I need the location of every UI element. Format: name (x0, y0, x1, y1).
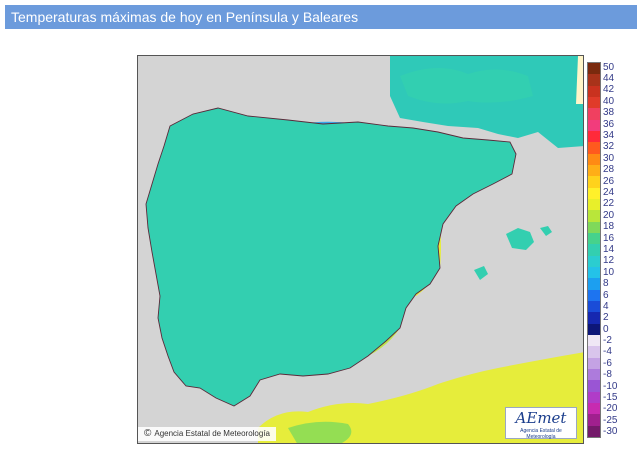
scale-swatch (588, 300, 600, 313)
scale-swatch (588, 85, 600, 97)
scale-label: -6 (603, 357, 612, 369)
aemet-logo: AEmet Agencia Estatal de Meteorología (505, 407, 577, 440)
scale-swatch (588, 74, 600, 86)
scale-label: 36 (603, 118, 615, 130)
scale-label: -20 (603, 403, 618, 415)
scale-label: -4 (603, 346, 612, 358)
scale-swatch (588, 266, 600, 279)
scale-label: 14 (603, 243, 615, 255)
scale-swatch (588, 198, 600, 211)
scale-swatch (588, 63, 600, 75)
scale-label: 6 (603, 289, 609, 301)
scale-swatch (588, 255, 600, 267)
scale-swatch (588, 142, 600, 154)
scale-label: 10 (603, 266, 615, 278)
scale-swatch (588, 210, 600, 222)
scale-swatch (588, 368, 600, 381)
scale-label: -2 (603, 335, 612, 347)
scale-label: -8 (603, 369, 612, 381)
scale-label: 28 (603, 164, 615, 176)
scale-label: 34 (603, 130, 615, 142)
scale-swatch (588, 153, 600, 165)
scale-swatch (588, 334, 600, 347)
logo-mark: AEmet (515, 409, 567, 427)
scale-label: 18 (603, 221, 615, 233)
scale-swatch (588, 164, 600, 177)
scale-label: -30 (603, 426, 618, 438)
map-canvas (138, 56, 583, 443)
temperature-scale-labels: 50 44 42 40 38 36 34 32 30 28 26 24 22 20 18 16 14 12 10 8 6… (603, 62, 639, 438)
scale-swatch (588, 278, 600, 290)
scale-swatch (588, 346, 600, 358)
scale-label: 42 (603, 84, 615, 96)
scale-swatch (588, 323, 600, 335)
scale-label: 24 (603, 186, 615, 198)
scale-label: 0 (603, 323, 609, 335)
copyright-icon: © (144, 428, 152, 439)
scale-swatch (588, 221, 600, 233)
scale-label: -10 (603, 380, 618, 392)
scale-label: 30 (603, 152, 615, 164)
scale-swatch (588, 108, 600, 120)
scale-label: 8 (603, 278, 609, 290)
scale-label: 32 (603, 141, 615, 153)
scale-swatch (588, 380, 600, 392)
scale-swatch (588, 187, 600, 199)
scale-swatch (588, 130, 600, 143)
scale-label: 12 (603, 255, 615, 267)
scale-swatch (588, 312, 600, 324)
scale-swatch (588, 119, 600, 131)
scale-swatch (588, 425, 600, 437)
scale-swatch (588, 289, 600, 301)
scale-label: 44 (603, 73, 615, 85)
scale-swatch (588, 96, 600, 109)
scale-swatch (588, 232, 600, 245)
scale-label: 2 (603, 312, 609, 324)
scale-label: 20 (603, 209, 615, 221)
scale-label: 26 (603, 175, 615, 187)
scale-swatch (588, 414, 600, 426)
scale-label: 38 (603, 107, 615, 119)
scale-label: 50 (603, 61, 615, 73)
scale-swatch (588, 402, 600, 415)
scale-label: 22 (603, 198, 615, 210)
scale-swatch (588, 244, 600, 256)
scale-swatch (588, 176, 600, 188)
agency-credit: © Agencia Estatal de Meteorología (138, 427, 277, 441)
scale-label: 16 (603, 232, 615, 244)
scale-label: -25 (603, 414, 618, 426)
scale-label: -15 (603, 392, 618, 404)
scale-label: 4 (603, 300, 609, 312)
scale-label: 40 (603, 95, 615, 107)
scale-swatch (588, 391, 600, 403)
logo-subtitle: Agencia Estatal de Meteorología (520, 428, 562, 440)
scale-swatch (588, 357, 600, 369)
credit-text: Agencia Estatal de Meteorología (154, 429, 271, 438)
temperature-map[interactable]: © Agencia Estatal de Meteorología AEmet A… (137, 55, 584, 444)
temperature-scale (587, 62, 601, 438)
page-title: Temperaturas máximas de hoy en Península… (5, 5, 637, 29)
